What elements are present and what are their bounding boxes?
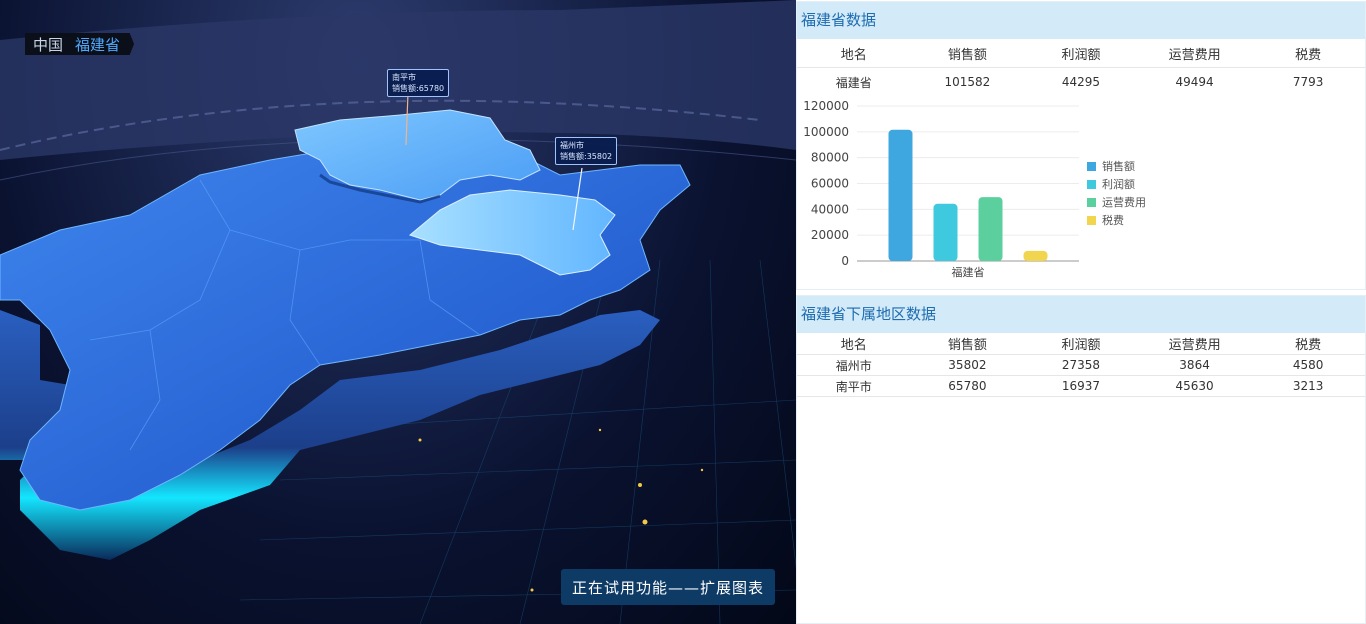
- legend-item[interactable]: 税费: [1087, 211, 1146, 229]
- cell-name: 福建省: [835, 75, 872, 90]
- legend-swatch: [1087, 197, 1096, 207]
- breadcrumb: 中国 福建省: [25, 33, 135, 55]
- cell-opex: 49494: [1175, 75, 1214, 89]
- y-tick-label: 120000: [803, 99, 849, 113]
- cell-profit: 16937: [1024, 375, 1138, 397]
- cell-tax: 3213: [1251, 375, 1365, 397]
- chart-legend: 销售额利润额运营费用税费: [1087, 157, 1146, 229]
- cell-opex: 3864: [1137, 354, 1252, 376]
- table-row[interactable]: 南平市 65780 16937 45630 3213: [797, 375, 1365, 397]
- y-tick-label: 20000: [811, 228, 849, 242]
- y-tick-label: 100000: [803, 125, 849, 139]
- legend-swatch: [1087, 161, 1096, 171]
- y-tick-label: 60000: [811, 177, 849, 191]
- bar-运营费用: [978, 197, 1003, 261]
- regions-table: 地名 销售额 利润额 运营费用 税费 福州市 35802 27358 3864 …: [797, 333, 1365, 397]
- bar-销售额: [888, 129, 913, 261]
- x-tick-label: 福建省: [952, 265, 985, 279]
- map-label-nanping-value: 销售额:65780: [392, 84, 445, 93]
- map-label-nanping-name: 南平市: [392, 73, 416, 82]
- bar-税费: [1023, 250, 1048, 261]
- legend-item[interactable]: 销售额: [1087, 157, 1146, 175]
- legend-item[interactable]: 利润额: [1087, 175, 1146, 193]
- y-tick-label: 0: [841, 254, 849, 268]
- table-row[interactable]: 福建省 101582 44295 49494 7793: [797, 68, 1365, 97]
- bar-chart-svg: 0 20000 40000 60000 80000 100000 120000 福建省: [803, 99, 1079, 279]
- legend-label: 销售额: [1102, 160, 1135, 173]
- regions-table-header: 地名 销售额 利润额 运营费用 税费: [797, 333, 1365, 355]
- legend-label: 利润额: [1102, 178, 1135, 191]
- breadcrumb-fujian[interactable]: 福建省: [75, 34, 120, 55]
- regions-panel: 福建省下属地区数据 地名 销售额 利润额 运营费用 税费 福州市 35802 2…: [796, 295, 1366, 624]
- col-header-name: 地名: [797, 39, 911, 68]
- map-view[interactable]: 中国 福建省 南平市 销售额:65780 福州市 销售额:35802 正在试用功…: [0, 0, 796, 624]
- col-header-tax: 税费: [1251, 39, 1365, 68]
- cell-profit: 44295: [1061, 75, 1101, 89]
- col-header-opex: 运营费用: [1137, 39, 1252, 68]
- legend-swatch: [1087, 215, 1096, 225]
- cell-opex: 45630: [1137, 375, 1252, 397]
- col-header-opex: 运营费用: [1137, 333, 1252, 355]
- sea-lights: [418, 428, 704, 592]
- cell-name: 福州市: [797, 354, 911, 376]
- legend-swatch: [1087, 179, 1096, 189]
- province-panel: 福建省数据 地名 销售额 利润额 运营费用 税费 福建省 101582 4429…: [796, 1, 1366, 290]
- province-panel-title: 福建省数据: [797, 2, 1365, 39]
- map-label-fuzhou[interactable]: 福州市 销售额:35802: [555, 137, 618, 165]
- col-header-sales: 销售额: [910, 333, 1025, 355]
- cell-tax: 7793: [1292, 75, 1324, 89]
- col-header-profit: 利润额: [1024, 39, 1138, 68]
- map-label-fuzhou-value: 销售额:35802: [560, 152, 613, 161]
- cell-sales: 65780: [910, 375, 1025, 397]
- y-tick-label: 40000: [811, 202, 849, 216]
- legend-item[interactable]: 运营费用: [1087, 193, 1146, 211]
- trial-banner[interactable]: 正在试用功能——扩展图表: [561, 569, 775, 605]
- table-row[interactable]: 福州市 35802 27358 3864 4580: [797, 354, 1365, 376]
- cell-sales: 101582: [944, 75, 991, 89]
- col-header-profit: 利润额: [1024, 333, 1138, 355]
- map-label-nanping[interactable]: 南平市 销售额:65780: [387, 69, 450, 97]
- col-header-name: 地名: [797, 333, 911, 355]
- bar-chart: 0 20000 40000 60000 80000 100000 120000 福建省 销售额…: [797, 94, 1366, 284]
- bar-利润额: [933, 203, 958, 261]
- legend-label: 运营费用: [1102, 196, 1146, 209]
- cell-name: 南平市: [797, 375, 911, 397]
- map-label-fuzhou-name: 福州市: [560, 141, 584, 150]
- province-table-header: 地名 销售额 利润额 运营费用 税费: [797, 39, 1365, 68]
- cell-tax: 4580: [1251, 354, 1365, 376]
- cell-profit: 27358: [1024, 354, 1138, 376]
- col-header-tax: 税费: [1251, 333, 1365, 355]
- legend-label: 税费: [1102, 214, 1124, 227]
- cell-sales: 35802: [910, 354, 1025, 376]
- y-tick-label: 80000: [811, 151, 849, 165]
- province-table: 地名 销售额 利润额 运营费用 税费 福建省 101582 44295 4949…: [797, 39, 1365, 96]
- col-header-sales: 销售额: [910, 39, 1025, 68]
- breadcrumb-china[interactable]: 中国: [33, 34, 63, 55]
- regions-panel-title: 福建省下属地区数据: [797, 296, 1365, 333]
